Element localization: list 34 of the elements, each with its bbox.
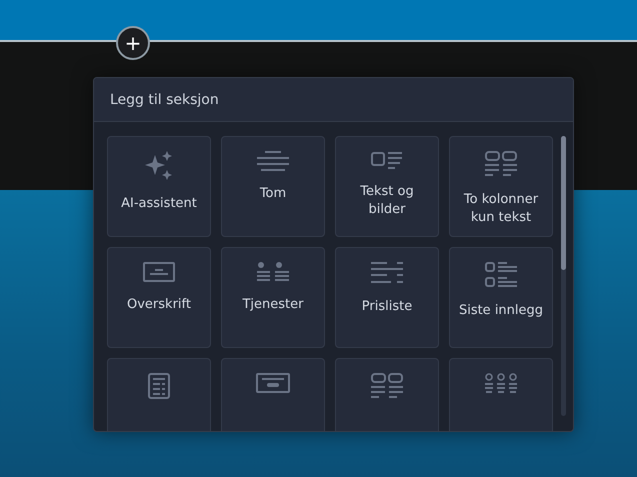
section-option[interactable]: Tekst og bilder [335, 136, 439, 237]
price-list-icon [371, 262, 403, 284]
section-option[interactable]: Overskrift [107, 247, 211, 348]
option-label: Tekst og bilder [359, 183, 415, 219]
section-option[interactable]: Siste innlegg [449, 247, 553, 348]
option-label: To kolonner kun tekst [462, 191, 540, 227]
section-option[interactable]: Prisliste [335, 247, 439, 348]
image-text-icon [371, 151, 403, 169]
option-label: Tom [258, 185, 288, 203]
sparkle-icon [144, 151, 174, 181]
option-label: Prisliste [360, 298, 414, 316]
section-option[interactable] [335, 358, 439, 431]
option-label: Tjenester [241, 296, 304, 314]
banner-icon [256, 373, 290, 393]
two-columns-icon [371, 373, 403, 399]
option-label: AI-assistent [120, 195, 198, 213]
popup-title: Legg til seksjon [110, 92, 219, 108]
option-label: Overskrift [126, 296, 192, 314]
services-icon [257, 262, 289, 282]
list-icon [485, 262, 517, 288]
section-option[interactable]: To kolonner kun tekst [449, 136, 553, 237]
heading-icon [143, 262, 175, 282]
section-option[interactable]: AI-assistent [107, 136, 211, 237]
section-option[interactable] [107, 358, 211, 431]
section-option[interactable]: Tjenester [221, 247, 325, 348]
section-option[interactable] [449, 358, 553, 431]
two-columns-icon [485, 151, 517, 177]
section-option[interactable] [221, 358, 325, 431]
three-columns-icon [485, 373, 517, 393]
scrollbar-thumb[interactable] [561, 136, 566, 270]
document-icon [148, 373, 170, 399]
section-option[interactable]: Tom [221, 136, 325, 237]
option-label: Siste innlegg [458, 302, 544, 320]
text-lines-icon [256, 151, 290, 171]
